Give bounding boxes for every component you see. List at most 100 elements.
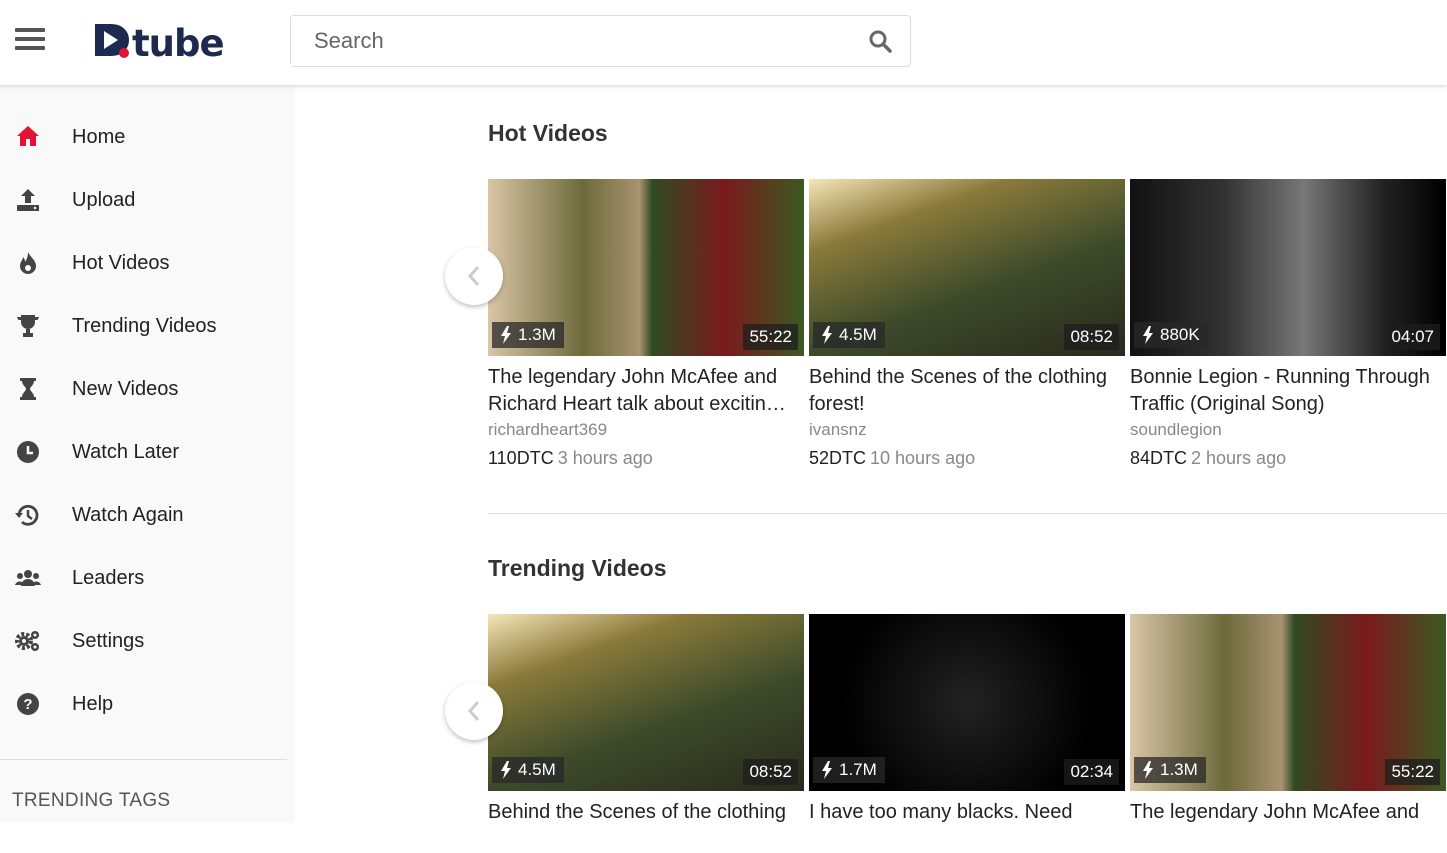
section-divider [488, 513, 1447, 514]
clock-icon [0, 438, 56, 466]
video-duration: 55:22 [743, 324, 798, 350]
trending-tags-heading: TRENDING TAGS [12, 790, 171, 811]
sidebar-item-label: Settings [72, 629, 145, 652]
sidebar-divider [0, 759, 287, 760]
video-title[interactable]: Behind the Scenes of the clothing [488, 799, 804, 853]
views-badge: 880K [1134, 322, 1208, 348]
video-duration: 55:22 [1385, 759, 1440, 785]
users-icon [0, 564, 56, 592]
lightning-icon [1143, 761, 1153, 779]
video-card[interactable]: 4.5M 08:52 Behind the Scenes of the clot… [809, 179, 1125, 469]
view-count: 1.3M [1160, 760, 1198, 779]
chevron-left-icon [467, 701, 480, 721]
sidebar-item-upload[interactable]: Upload [0, 175, 295, 225]
carousel-prev-button[interactable] [445, 247, 503, 305]
channel-name[interactable]: ivansnz [809, 420, 1125, 440]
sidebar-item-label: New Videos [72, 377, 179, 400]
sidebar-item-leaders[interactable]: Leaders [0, 553, 295, 603]
video-reward: 52DTC [809, 448, 867, 468]
hourglass-icon [0, 375, 56, 403]
search-input[interactable] [291, 16, 831, 66]
video-duration: 08:52 [743, 759, 798, 785]
logo[interactable]: tube [95, 20, 231, 70]
video-duration: 02:34 [1064, 759, 1119, 785]
video-card[interactable]: 1.3M 55:22 The legendary John McAfee and [1130, 614, 1446, 853]
sidebar-item-settings[interactable]: Settings [0, 616, 295, 666]
views-badge: 4.5M [492, 757, 564, 783]
view-count: 4.5M [518, 760, 556, 779]
sidebar-item-label: Trending Videos [72, 314, 217, 337]
home-icon [0, 123, 56, 151]
video-age: 3 hours ago [557, 448, 653, 468]
video-thumbnail[interactable]: 1.3M 55:22 [1130, 614, 1446, 791]
search-bar [290, 15, 911, 67]
history-icon [0, 501, 56, 529]
video-title[interactable]: I have too many blacks. Need [809, 799, 1125, 853]
sidebar-item-hot-videos[interactable]: Hot Videos [0, 238, 295, 288]
fire-icon [0, 249, 56, 277]
video-thumbnail[interactable]: 4.5M 08:52 [809, 179, 1125, 356]
video-title[interactable]: Bonnie Legion - Running Through Traffic … [1130, 364, 1446, 418]
sidebar-item-new-videos[interactable]: New Videos [0, 364, 295, 414]
sidebar-item-trending-videos[interactable]: Trending Videos [0, 301, 295, 351]
video-thumbnail[interactable]: 880K 04:07 [1130, 179, 1446, 356]
lightning-icon [501, 761, 511, 779]
video-thumbnail[interactable]: 4.5M 08:52 [488, 614, 804, 791]
views-badge: 1.3M [1134, 757, 1206, 783]
video-reward: 110DTC [488, 448, 554, 468]
section-title: Trending Videos [488, 555, 667, 581]
carousel-prev-button[interactable] [445, 682, 503, 740]
sidebar-item-label: Upload [72, 188, 136, 211]
video-card[interactable]: 880K 04:07 Bonnie Legion - Running Throu… [1130, 179, 1446, 469]
sidebar-item-label: Leaders [72, 566, 145, 589]
lightning-icon [501, 326, 511, 344]
sidebar-item-help[interactable]: ? Help [0, 679, 295, 729]
lightning-icon [822, 761, 832, 779]
channel-name[interactable]: soundlegion [1130, 420, 1446, 440]
lightning-icon [822, 326, 832, 344]
section-title: Hot Videos [488, 120, 608, 146]
sidebar: TRENDING TAGS Home Upload Hot Videos Trendi… [0, 85, 295, 823]
top-header: tube [0, 0, 1447, 85]
video-reward: 84DTC [1130, 448, 1188, 468]
search-icon[interactable] [868, 29, 892, 53]
trophy-icon [0, 312, 56, 340]
svg-text:tube: tube [132, 22, 224, 60]
video-duration: 08:52 [1064, 324, 1119, 350]
video-card[interactable]: 1.7M 02:34 I have too many blacks. Need [809, 614, 1125, 853]
gear-icon [0, 627, 56, 655]
channel-name[interactable]: richardheart369 [488, 420, 804, 440]
video-duration: 04:07 [1385, 324, 1440, 350]
sidebar-item-watch-again[interactable]: Watch Again [0, 490, 295, 540]
svg-text:?: ? [23, 696, 32, 713]
chevron-left-icon [467, 266, 480, 286]
dtube-logo: tube [95, 22, 225, 65]
views-badge: 4.5M [813, 322, 885, 348]
sidebar-item-label: Watch Again [72, 503, 184, 526]
sidebar-item-label: Watch Later [72, 440, 180, 463]
video-title[interactable]: The legendary John McAfee and Richard He… [488, 364, 804, 418]
view-count: 1.7M [839, 760, 877, 779]
lightning-icon [1143, 326, 1153, 344]
video-age: 10 hours ago [870, 448, 976, 468]
sidebar-item-watch-later[interactable]: Watch Later [0, 427, 295, 477]
video-age: 2 hours ago [1191, 448, 1287, 468]
upload-icon [0, 186, 56, 214]
video-title[interactable]: Behind the Scenes of the clothing forest… [809, 364, 1125, 418]
views-badge: 1.3M [492, 322, 564, 348]
sidebar-item-label: Help [72, 692, 114, 715]
video-title[interactable]: The legendary John McAfee and [1130, 799, 1446, 853]
video-card[interactable]: 4.5M 08:52 Behind the Scenes of the clot… [488, 614, 804, 853]
video-card[interactable]: 1.3M 55:22 The legendary John McAfee and… [488, 179, 804, 469]
video-thumbnail[interactable]: 1.3M 55:22 [488, 179, 804, 356]
view-count: 880K [1160, 325, 1200, 344]
view-count: 4.5M [839, 325, 877, 344]
sidebar-item-label: Hot Videos [72, 251, 170, 274]
sidebar-item-home[interactable]: Home [0, 112, 295, 162]
views-badge: 1.7M [813, 757, 885, 783]
view-count: 1.3M [518, 325, 556, 344]
video-thumbnail[interactable]: 1.7M 02:34 [809, 614, 1125, 791]
sidebar-item-label: Home [72, 125, 126, 148]
help-icon: ? [0, 690, 56, 718]
menu-icon[interactable] [15, 28, 45, 54]
